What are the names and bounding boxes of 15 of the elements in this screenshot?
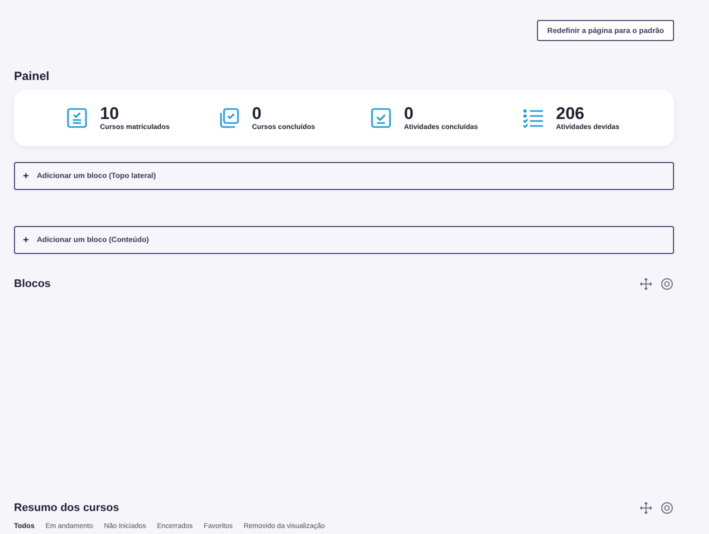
checklist-icon [522,107,544,129]
move-icon[interactable] [640,278,652,290]
settings-icon[interactable] [661,278,673,290]
clipboard-list-icon [66,107,88,129]
settings-icon[interactable] [661,502,673,514]
stacked-check-icon [218,107,240,129]
move-icon[interactable] [640,502,652,514]
section-title: Blocos [14,277,51,292]
checkbox-icon [370,107,392,129]
stat-value: 0 [252,104,262,122]
stat-value: 0 [404,104,414,122]
section-title: Resumo dos cursos [14,500,120,516]
stat-value: 10 [100,104,120,122]
section-title: Painel [14,68,50,84]
stat-value: 206 [556,104,586,122]
